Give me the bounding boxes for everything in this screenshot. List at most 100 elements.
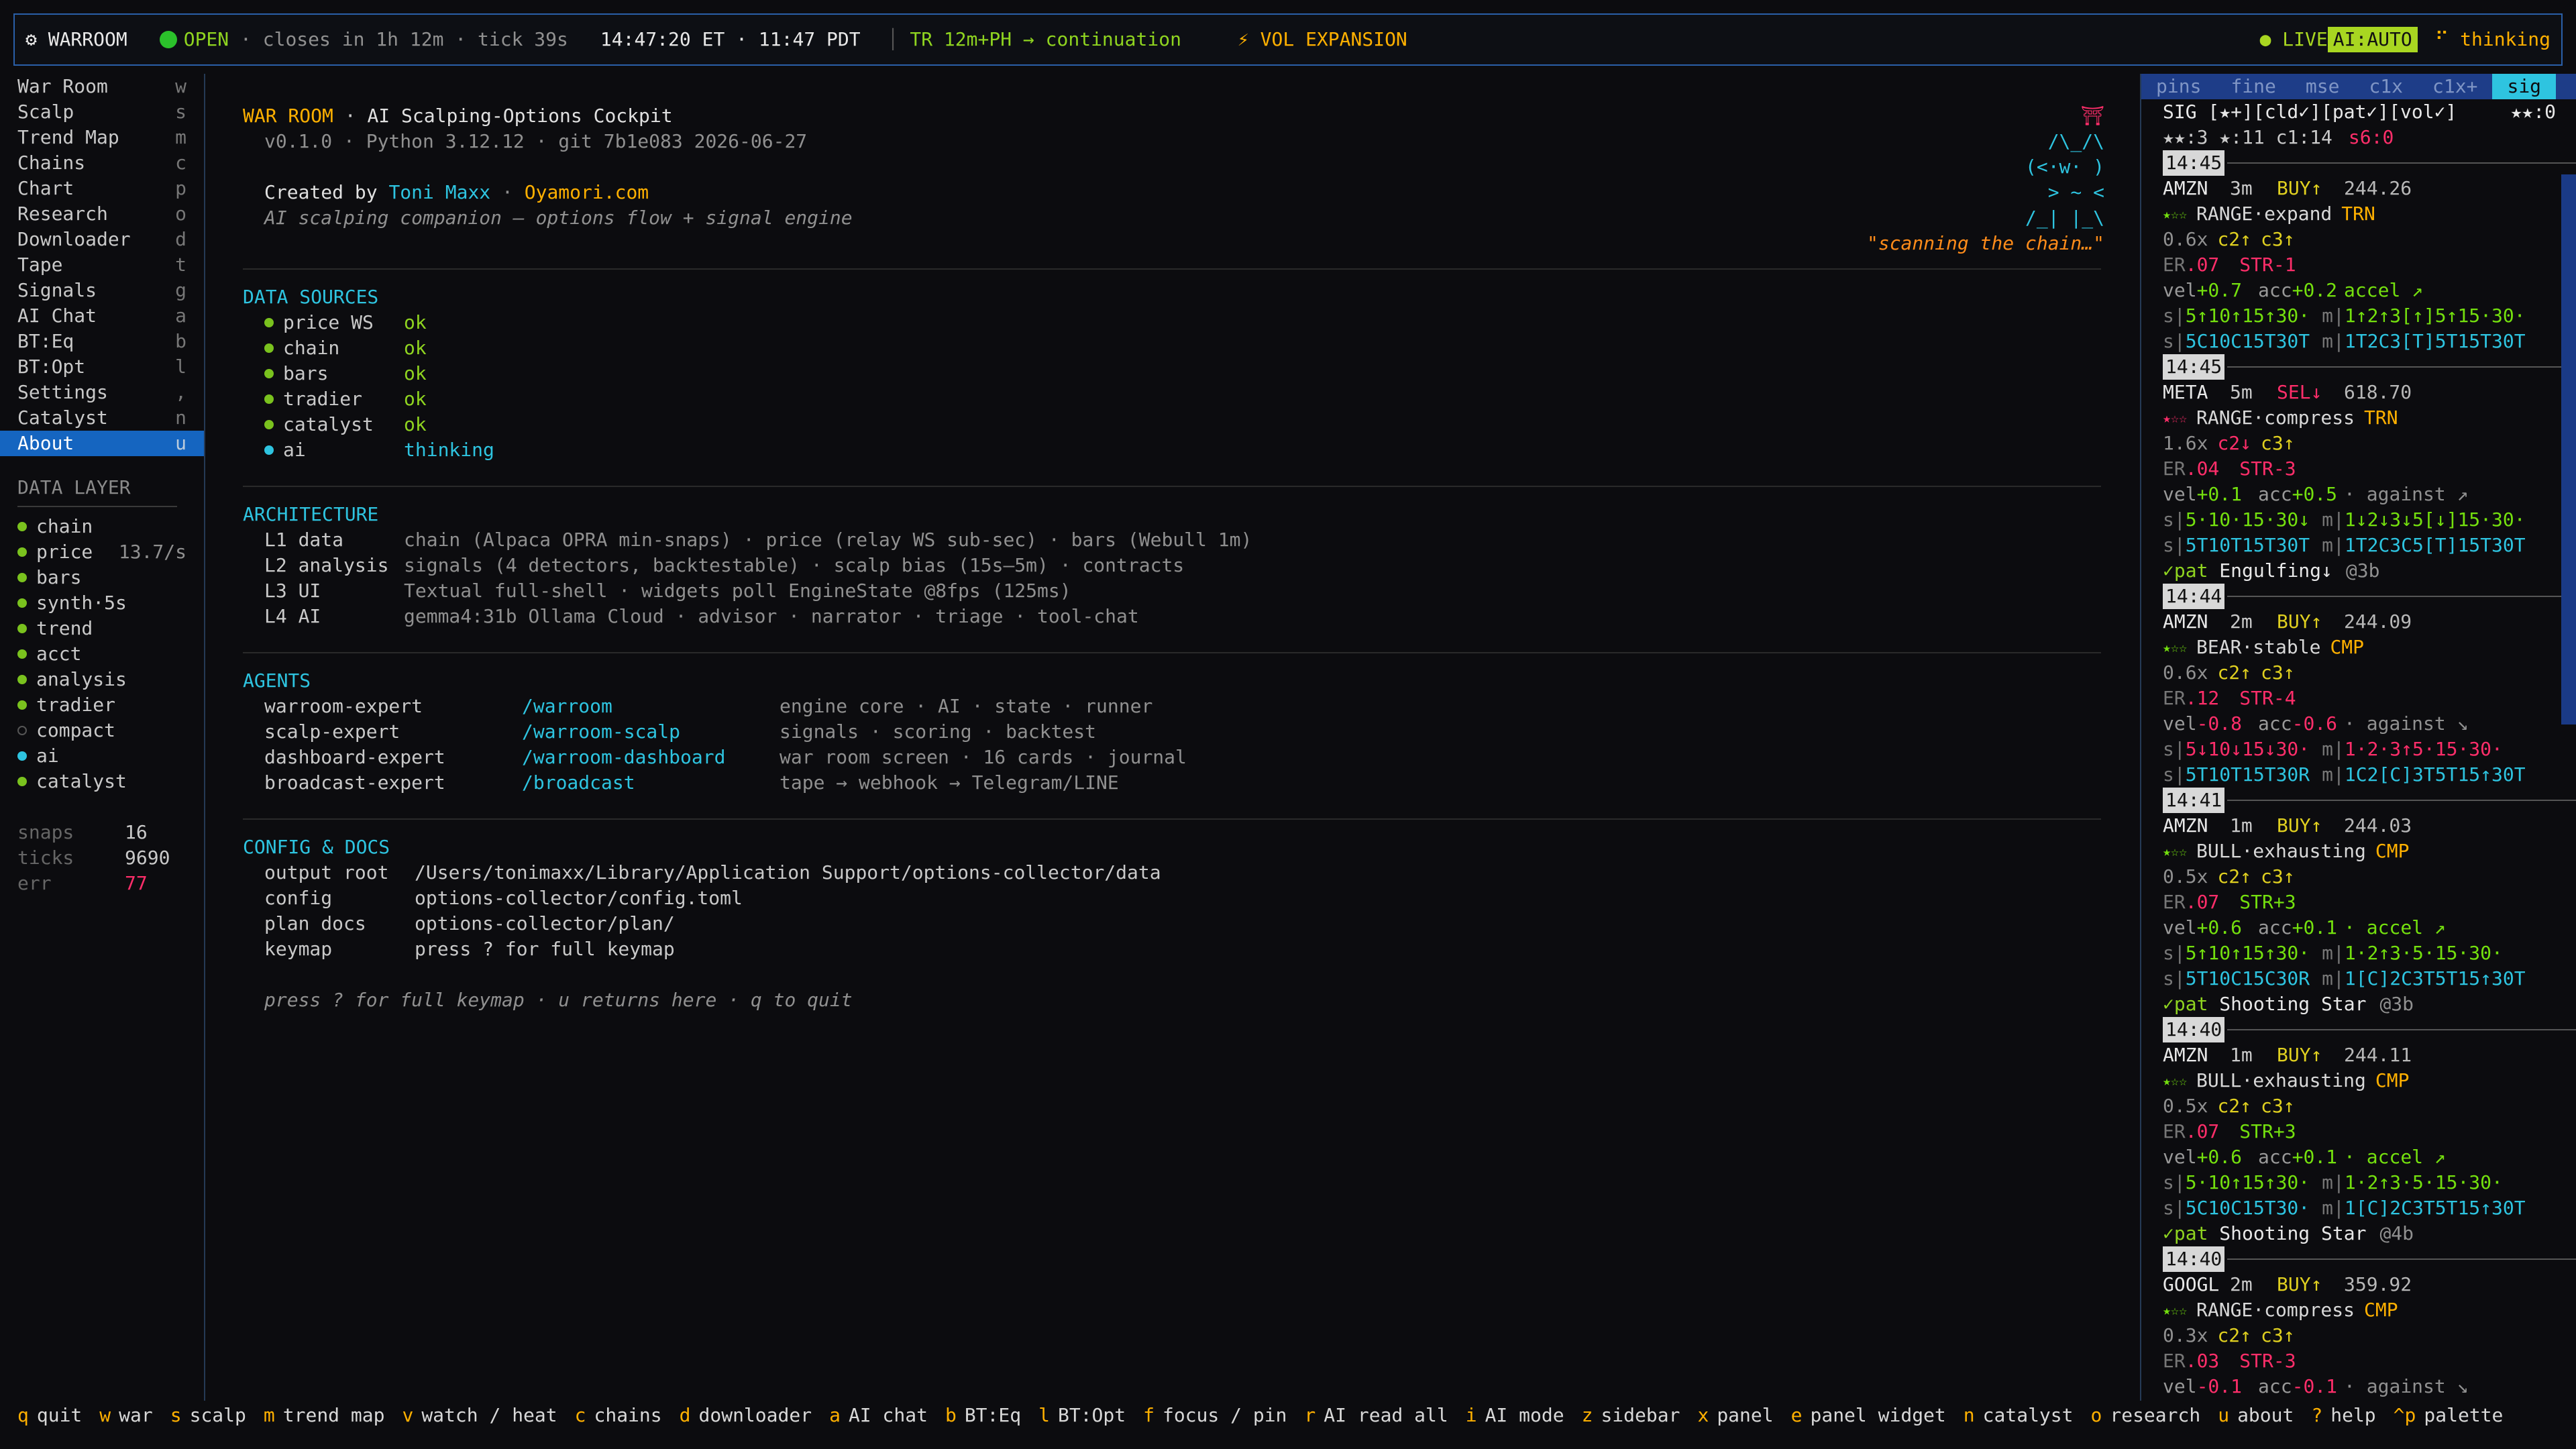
agent-command[interactable]: /broadcast	[522, 770, 780, 796]
sidebar-item-downloader[interactable]: Downloader d	[0, 227, 204, 252]
signal-s-row: s| 5↑10↑15↑30· m| 1·2↑3·5·15·30·	[2141, 941, 2576, 966]
tab-c1x[interactable]: c1x	[2354, 74, 2418, 99]
sidebar-item-bt-opt[interactable]: BT:Opt l	[0, 354, 204, 380]
sidebar-item-catalyst[interactable]: Catalyst n	[0, 405, 204, 431]
app-title: ⚙ WARROOM	[25, 28, 127, 50]
agent-command[interactable]: /warroom	[522, 694, 780, 719]
tab-c1x-plus[interactable]: c1x+	[2418, 74, 2492, 99]
key-hint-war[interactable]: w war	[99, 1403, 170, 1428]
sidebar-item-about[interactable]: About u	[0, 431, 204, 456]
sidebar-item-tape[interactable]: Tape t	[0, 252, 204, 278]
footer-hint: press ? for full keymap · u returns here…	[264, 989, 853, 1011]
author-name: Toni Maxx	[388, 181, 491, 203]
signal-entry[interactable]: 14:45 AMZN 3m BUY↑ 244.26 ★☆☆ RANGE·expand TRN 0…	[2141, 150, 2576, 354]
signal-entry[interactable]: 14:44 AMZN 2m BUY↑ 244.09 ★☆☆ BEAR·stable CMP 0.…	[2141, 584, 2576, 788]
sidebar-item-scalp[interactable]: Scalp s	[0, 99, 204, 125]
key-hint-chains[interactable]: c chains	[575, 1403, 680, 1428]
key-hint-focus-pin[interactable]: f focus / pin	[1143, 1403, 1304, 1428]
signal-symbol: AMZN	[2163, 610, 2208, 633]
key-hint-key: w	[99, 1404, 111, 1426]
key-hint-research[interactable]: o research	[2091, 1403, 2218, 1428]
status-dot-icon	[264, 394, 274, 404]
sidebar-item-bt-eq[interactable]: BT:Eq b	[0, 329, 204, 354]
key-hint-key: i	[1465, 1404, 1477, 1426]
signals-scrollbar[interactable]	[2561, 174, 2576, 724]
signal-entry[interactable]: 14:41 AMZN 1m BUY↑ 244.03 ★☆☆ BULL·exhausting C…	[2141, 788, 2576, 1017]
key-hint-panel-widget[interactable]: e panel widget	[1791, 1403, 1964, 1428]
key-hint-label: trend map	[282, 1404, 385, 1426]
key-hint-downloader[interactable]: d downloader	[680, 1403, 829, 1428]
key-hint-sidebar[interactable]: z sidebar	[1582, 1403, 1698, 1428]
signal-c3: c3↑	[2261, 228, 2295, 250]
signal-str: STR-4	[2239, 687, 2296, 709]
signal-regime-row: ★☆☆ RANGE·compress CMP	[2141, 1297, 2576, 1323]
sidebar-item-settings[interactable]: Settings,	[0, 380, 204, 405]
s-label: s|	[2163, 305, 2186, 327]
data-source-name: chain	[283, 337, 340, 359]
architecture-layer: L2 analysis	[264, 554, 389, 576]
key-hint-watch-heat[interactable]: v watch / heat	[402, 1403, 574, 1428]
signal-acc-state: accel ↗	[2344, 279, 2424, 301]
agent-row: warroom-expert/warroom engine core · AI ·…	[243, 694, 2101, 719]
data-source-row: catalyst ok	[243, 412, 2101, 437]
sidebar-item-label: War Room	[17, 75, 108, 97]
signal-pattern-age: @3b	[2345, 559, 2380, 582]
signal-s2-row: s| 5T10T15T30T m| 1T2C3C5[T]15T30T	[2141, 533, 2576, 558]
signal-price: 359.92	[2344, 1273, 2412, 1295]
sidebar-item-label: AI Chat	[17, 305, 97, 327]
m2-label: m|	[2322, 967, 2345, 989]
sidebar-nav: War Room w Scalp s Trend Map m Chains c Chart p Re…	[0, 74, 204, 456]
tab-mse[interactable]: mse	[2291, 74, 2355, 99]
key-hint-ai-read-all[interactable]: r AI read all	[1304, 1403, 1465, 1428]
mascot-whiskers: > ~ <	[2047, 181, 2104, 203]
sidebar-item-research[interactable]: Research o	[0, 201, 204, 227]
signal-price: 618.70	[2344, 381, 2412, 403]
key-hint-scalp[interactable]: s scalp	[170, 1403, 264, 1428]
config-label: output root	[264, 861, 389, 883]
author-site-link[interactable]: Oyamori.com	[525, 180, 649, 205]
sidebar-item-ai-chat[interactable]: AI Chat a	[0, 303, 204, 329]
signal-regime: RANGE·compress	[2196, 407, 2355, 429]
key-hint-panel[interactable]: x panel	[1697, 1403, 1790, 1428]
sidebar-item-label: BT:Eq	[17, 330, 74, 352]
sidebar-item-chains[interactable]: Chains c	[0, 150, 204, 176]
signal-c3: c3↑	[2261, 1324, 2295, 1346]
agent-command[interactable]: /warroom-scalp	[522, 719, 780, 745]
key-hint-quit[interactable]: q quit	[17, 1403, 99, 1428]
signal-m-ladder: 1↑2↑3[↑]5↑15·30·	[2344, 305, 2526, 327]
key-hint-bt-eq[interactable]: b BT:Eq	[945, 1403, 1038, 1428]
sidebar-item-war-room[interactable]: War Room w	[0, 74, 204, 99]
signal-regime-row: ★☆☆ BEAR·stable CMP	[2141, 635, 2576, 660]
key-hint-ai-mode[interactable]: i AI mode	[1466, 1403, 1582, 1428]
key-hint-key: b	[945, 1404, 957, 1426]
signal-acc: -0.1	[2292, 1375, 2338, 1397]
signal-s-ladder: 5↓10↓15↓30·	[2185, 738, 2310, 760]
tab-pins[interactable]: pins	[2141, 74, 2216, 99]
key-hint-palette[interactable]: ^p palette	[2394, 1403, 2521, 1428]
data-layer-title: DATA LAYER	[17, 476, 131, 498]
status-dot-icon	[264, 343, 274, 353]
tab-fine[interactable]: fine	[2216, 74, 2290, 99]
signal-er-row: ER .04 STR-3	[2141, 456, 2576, 482]
agent-command[interactable]: /warroom-dashboard	[522, 745, 780, 770]
sidebar-item-signals[interactable]: Signals g	[0, 278, 204, 303]
ai-mode-badge[interactable]: AI:AUTO	[2327, 27, 2418, 52]
key-hint-ai-chat[interactable]: a AI chat	[829, 1403, 945, 1428]
signal-entry[interactable]: 14:40 AMZN 1m BUY↑ 244.11 ★☆☆ BULL·exhausting C…	[2141, 1017, 2576, 1246]
key-hint-label: BT:Eq	[964, 1404, 1022, 1426]
key-hint-help[interactable]: ? help	[2311, 1403, 2393, 1428]
key-hint-trend-map[interactable]: m trend map	[264, 1403, 402, 1428]
tab-sig[interactable]: sig	[2492, 74, 2557, 99]
data-source-row: ai thinking	[243, 437, 2101, 463]
signal-entry[interactable]: 14:45 META 5m SEL↓ 618.70 ★☆☆ RANGE·compress TR…	[2141, 354, 2576, 584]
acc-label: acc	[2258, 712, 2292, 735]
clock: 14:47:20 ET · 11:47 PDT	[600, 28, 861, 50]
sidebar-item-trend-map[interactable]: Trend Map m	[0, 125, 204, 150]
data-sources-list: price WS ok chain ok bars ok tradier ok catalyst…	[243, 310, 2101, 463]
signal-acc: +0.1	[2292, 916, 2338, 938]
key-hint-catalyst[interactable]: n catalyst	[1964, 1403, 2091, 1428]
key-hint-about[interactable]: u about	[2218, 1403, 2311, 1428]
key-hint-bt-opt[interactable]: l BT:Opt	[1038, 1403, 1143, 1428]
signal-entry[interactable]: 14:40 GOOGL 2m BUY↑ 359.92 ★☆☆ RANGE·compress C…	[2141, 1246, 2576, 1399]
sidebar-item-chart[interactable]: Chart p	[0, 176, 204, 201]
